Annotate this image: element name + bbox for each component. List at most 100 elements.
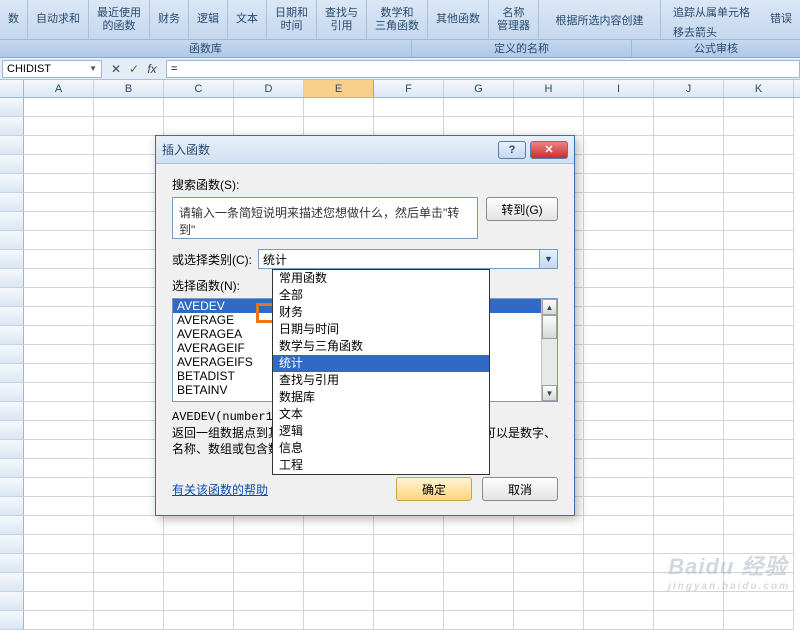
- cell[interactable]: [724, 573, 794, 592]
- cell[interactable]: [94, 440, 164, 459]
- cell[interactable]: [234, 117, 304, 136]
- cell[interactable]: [654, 421, 724, 440]
- cell[interactable]: [654, 136, 724, 155]
- row-header[interactable]: [0, 554, 24, 573]
- cell[interactable]: [234, 573, 304, 592]
- cell[interactable]: [654, 231, 724, 250]
- cell[interactable]: [724, 136, 794, 155]
- cell[interactable]: [94, 364, 164, 383]
- cell[interactable]: [724, 421, 794, 440]
- row-header[interactable]: [0, 288, 24, 307]
- row-header[interactable]: [0, 535, 24, 554]
- cell[interactable]: [94, 136, 164, 155]
- cell[interactable]: [444, 554, 514, 573]
- cell[interactable]: [24, 402, 94, 421]
- dropdown-item[interactable]: 工程: [273, 457, 489, 474]
- cell[interactable]: [584, 611, 654, 630]
- row-header[interactable]: [0, 307, 24, 326]
- cell[interactable]: [24, 212, 94, 231]
- cell[interactable]: [724, 440, 794, 459]
- dropdown-item[interactable]: 常用函数: [273, 270, 489, 287]
- cell[interactable]: [724, 611, 794, 630]
- fx-button[interactable]: fx: [144, 62, 160, 76]
- dropdown-item[interactable]: 全部: [273, 287, 489, 304]
- cell[interactable]: [654, 288, 724, 307]
- rg-autosum[interactable]: 自动求和: [28, 0, 89, 39]
- select-all-corner[interactable]: [0, 80, 24, 97]
- row-header[interactable]: [0, 136, 24, 155]
- cell[interactable]: [164, 554, 234, 573]
- row-header[interactable]: [0, 497, 24, 516]
- cell[interactable]: [94, 231, 164, 250]
- cell[interactable]: [724, 117, 794, 136]
- dropdown-item[interactable]: 财务: [273, 304, 489, 321]
- rg-lookup[interactable]: 查找与引用: [317, 0, 367, 39]
- cell[interactable]: [94, 497, 164, 516]
- cell[interactable]: [724, 326, 794, 345]
- remove-arrows[interactable]: 移去箭头: [667, 22, 756, 42]
- cell[interactable]: [24, 554, 94, 573]
- column-header-C[interactable]: C: [164, 80, 234, 97]
- row-header[interactable]: [0, 231, 24, 250]
- cell[interactable]: [654, 383, 724, 402]
- row-header[interactable]: [0, 573, 24, 592]
- row-header[interactable]: [0, 326, 24, 345]
- cell[interactable]: [584, 288, 654, 307]
- cell[interactable]: [444, 98, 514, 117]
- cell[interactable]: [584, 554, 654, 573]
- cell[interactable]: [164, 611, 234, 630]
- cell[interactable]: [94, 592, 164, 611]
- row-header[interactable]: [0, 516, 24, 535]
- cell[interactable]: [304, 98, 374, 117]
- cell[interactable]: [654, 573, 724, 592]
- cell[interactable]: [94, 478, 164, 497]
- define-from-selection[interactable]: 根据所选内容创建: [550, 0, 650, 39]
- row-header[interactable]: [0, 250, 24, 269]
- rg-0[interactable]: 数: [0, 0, 28, 39]
- cell[interactable]: [24, 459, 94, 478]
- cell[interactable]: [24, 136, 94, 155]
- cell[interactable]: [584, 193, 654, 212]
- cell[interactable]: [444, 592, 514, 611]
- row-header[interactable]: [0, 117, 24, 136]
- cell[interactable]: [514, 554, 584, 573]
- cell[interactable]: [304, 611, 374, 630]
- cell[interactable]: [654, 516, 724, 535]
- cell[interactable]: [24, 288, 94, 307]
- rg-datetime[interactable]: 日期和时间: [267, 0, 317, 39]
- cell[interactable]: [514, 516, 584, 535]
- cell[interactable]: [584, 516, 654, 535]
- rg-more[interactable]: 其他函数: [428, 0, 489, 39]
- cell[interactable]: [304, 516, 374, 535]
- cell[interactable]: [94, 573, 164, 592]
- cell[interactable]: [654, 307, 724, 326]
- cell[interactable]: [584, 98, 654, 117]
- cell[interactable]: [654, 155, 724, 174]
- cell[interactable]: [24, 478, 94, 497]
- cell[interactable]: [24, 383, 94, 402]
- cell[interactable]: [94, 250, 164, 269]
- cell[interactable]: [94, 516, 164, 535]
- ok-button[interactable]: 确定: [396, 477, 472, 501]
- rg-namemgr[interactable]: 名称管理器: [489, 0, 539, 39]
- cell[interactable]: [444, 516, 514, 535]
- cell[interactable]: [654, 269, 724, 288]
- dropdown-item[interactable]: 逻辑: [273, 423, 489, 440]
- cell[interactable]: [584, 326, 654, 345]
- cell[interactable]: [724, 383, 794, 402]
- cell[interactable]: [654, 497, 724, 516]
- cell[interactable]: [24, 269, 94, 288]
- cell[interactable]: [164, 592, 234, 611]
- cell[interactable]: [584, 440, 654, 459]
- cell[interactable]: [444, 611, 514, 630]
- cell[interactable]: [24, 326, 94, 345]
- category-dropdown-button[interactable]: ▼: [539, 250, 557, 268]
- cell[interactable]: [164, 117, 234, 136]
- cell[interactable]: [724, 193, 794, 212]
- dropdown-item[interactable]: 数学与三角函数: [273, 338, 489, 355]
- cell[interactable]: [24, 573, 94, 592]
- cell[interactable]: [724, 497, 794, 516]
- cell[interactable]: [654, 459, 724, 478]
- column-header-J[interactable]: J: [654, 80, 724, 97]
- cell[interactable]: [374, 516, 444, 535]
